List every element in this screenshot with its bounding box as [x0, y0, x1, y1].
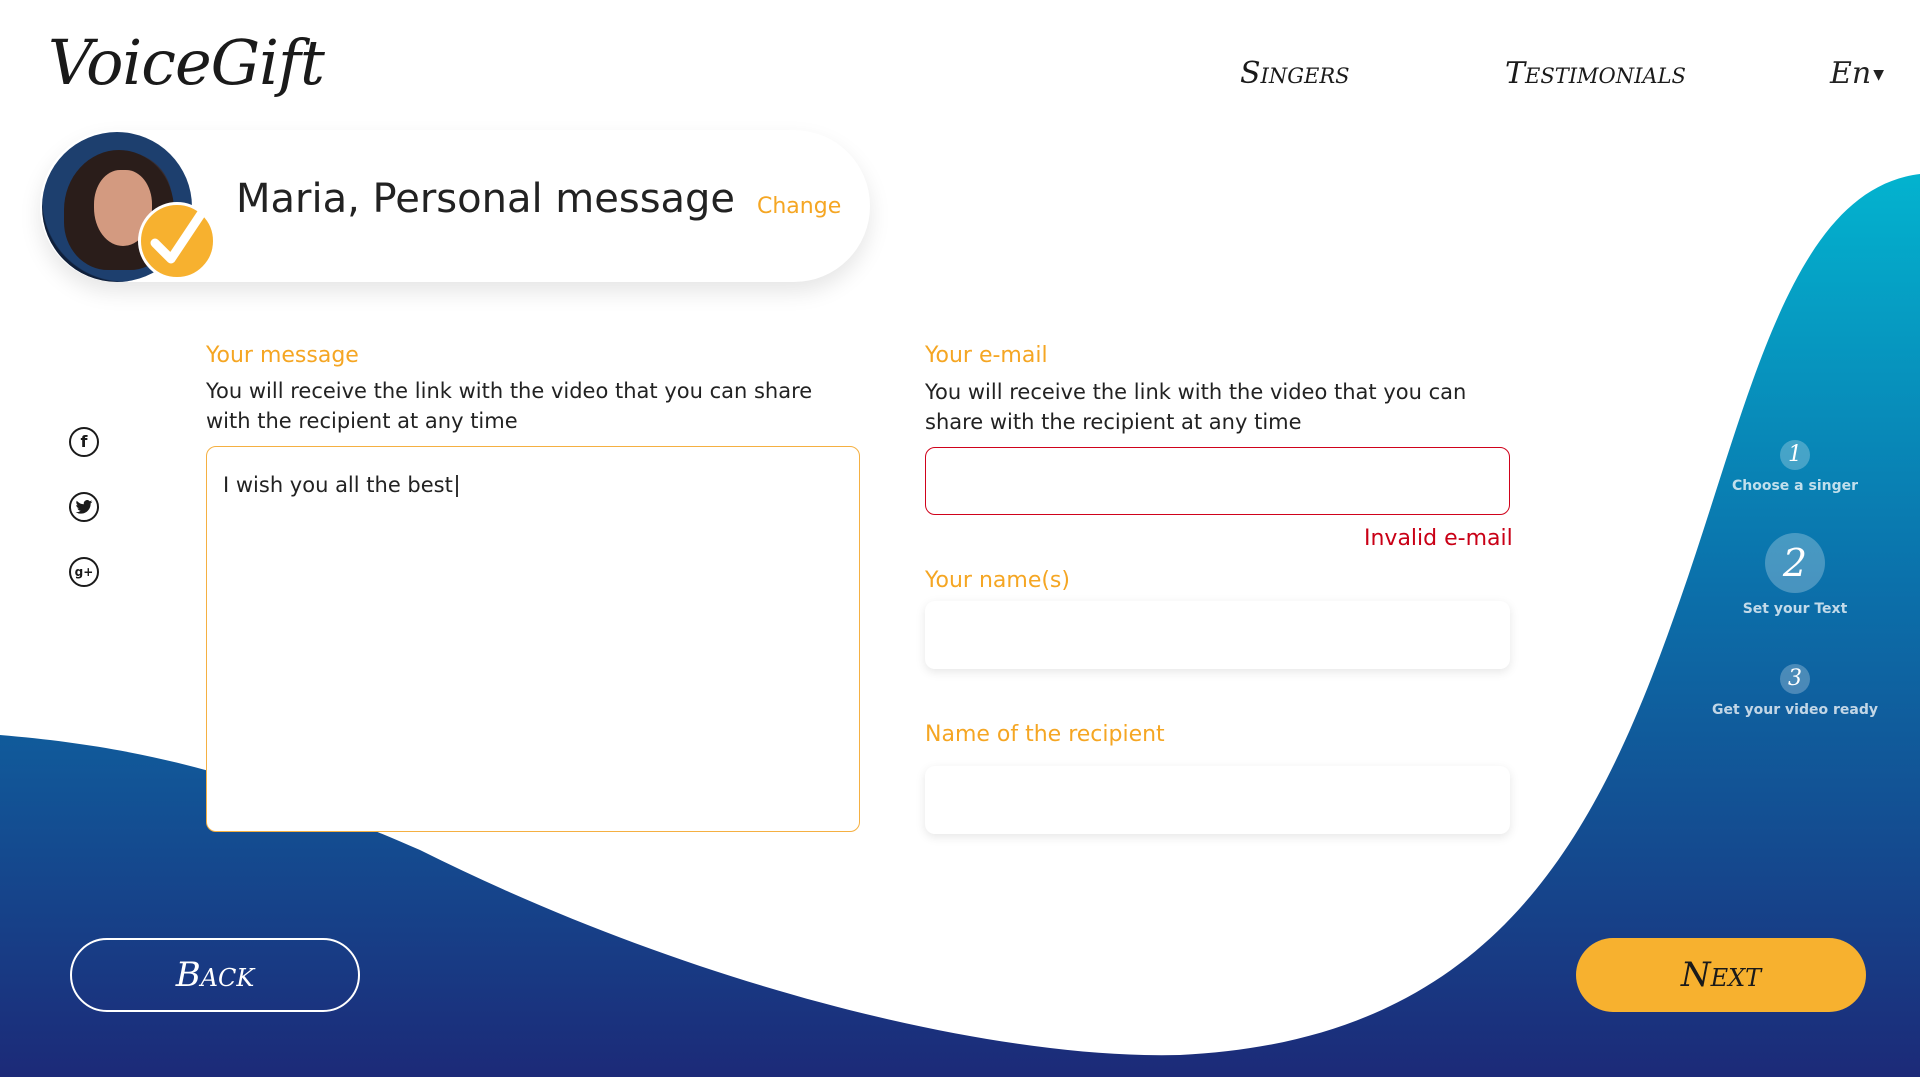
back-button[interactable]: Back	[70, 938, 360, 1012]
recipient-label: Name of the recipient	[925, 722, 1165, 747]
nav-testimonials-link[interactable]: Testimonials	[1505, 56, 1686, 91]
names-input[interactable]	[925, 601, 1510, 669]
facebook-icon[interactable]: f	[69, 427, 99, 457]
message-helper-line2: with the recipient at any time	[206, 409, 518, 433]
email-helper-line1: You will receive the link with the video…	[925, 380, 1467, 404]
step-2-label: Set your Text	[1742, 601, 1848, 617]
selection-summary-card: Maria, Personal message Change	[40, 130, 870, 282]
message-textarea[interactable]: I wish you all the best	[206, 446, 860, 832]
step-2: 2 Set your Text	[1710, 533, 1880, 617]
checkmark-icon	[138, 202, 216, 280]
text-cursor	[455, 475, 458, 497]
change-link[interactable]: Change	[757, 194, 841, 219]
step-3-label: Get your video ready	[1712, 702, 1878, 718]
step-1: 1 Choose a singer	[1710, 440, 1880, 494]
next-button[interactable]: Next	[1576, 938, 1866, 1012]
step-1-number: 1	[1780, 440, 1810, 470]
nav-singers-link[interactable]: Singers	[1240, 56, 1350, 91]
caret-down-icon: ▼	[1873, 67, 1885, 83]
message-helper: You will receive the link with the video…	[206, 376, 812, 436]
google-plus-icon[interactable]: g+	[69, 557, 99, 587]
email-helper-line2: share with the recipient at any time	[925, 410, 1302, 434]
language-selector[interactable]: En ▼	[1830, 56, 1884, 91]
language-label: En	[1830, 56, 1872, 91]
step-2-number: 2	[1765, 533, 1825, 593]
logo[interactable]: VoiceGift	[48, 26, 325, 99]
email-helper: You will receive the link with the video…	[925, 377, 1466, 437]
names-label: Your name(s)	[925, 568, 1070, 593]
message-label: Your message	[206, 343, 359, 368]
message-helper-line1: You will receive the link with the video…	[206, 379, 813, 403]
step-1-label: Choose a singer	[1731, 478, 1859, 494]
twitter-icon[interactable]	[69, 492, 99, 522]
email-label: Your e-mail	[925, 343, 1048, 368]
email-error-message: Invalid e-mail	[1364, 526, 1513, 551]
step-3: 3 Get your video ready	[1710, 664, 1880, 718]
message-text: I wish you all the best	[223, 473, 453, 497]
summary-title: Maria, Personal message	[236, 176, 736, 222]
email-input[interactable]	[925, 447, 1510, 515]
recipient-input[interactable]	[925, 766, 1510, 834]
step-3-number: 3	[1780, 664, 1810, 694]
